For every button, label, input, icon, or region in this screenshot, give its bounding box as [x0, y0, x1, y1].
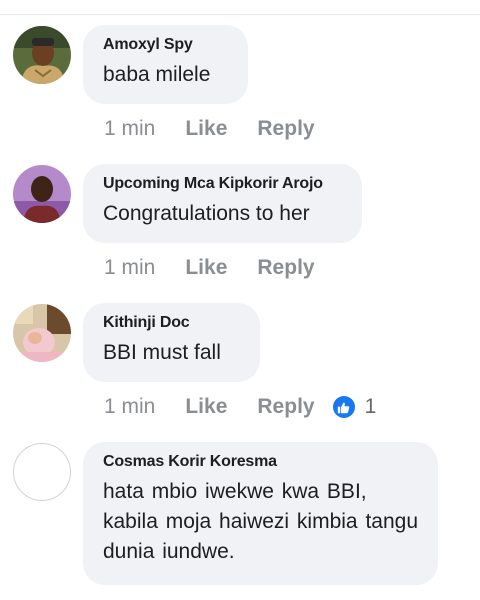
comment-author[interactable]: Amoxyl Spy	[103, 36, 228, 54]
reply-button[interactable]: Reply	[257, 256, 314, 280]
comment-text: BBI must fall	[103, 341, 221, 364]
avatar[interactable]	[13, 165, 71, 223]
comment-text: baba milele	[103, 63, 211, 86]
comment-timestamp[interactable]: 1 min	[104, 256, 155, 280]
thumbs-up-icon	[332, 396, 355, 418]
reply-button[interactable]: Reply	[257, 395, 314, 419]
comment-timestamp[interactable]: 1 min	[104, 117, 155, 141]
comment-bubble: Cosmas Korir Koresma hata mbio iwekwe kw…	[83, 442, 438, 585]
comment-author[interactable]: Kithinji Doc	[103, 314, 240, 332]
avatar[interactable]	[13, 304, 71, 362]
like-button[interactable]: Like	[185, 395, 227, 419]
reply-button[interactable]: Reply	[257, 117, 314, 141]
comment-text: hata mbio iwekwe kwa BBI, kabila moja ha…	[103, 480, 418, 563]
comment-timestamp[interactable]: 1 min	[104, 395, 155, 419]
reaction-summary[interactable]: 1	[332, 395, 377, 419]
comment-actions: 1 min Like Reply	[104, 117, 315, 141]
comment-actions: 1 min Like Reply	[104, 256, 315, 280]
comment-bubble: Kithinji Doc BBI must fall	[83, 303, 260, 382]
comment-actions: 1 min Like Reply 1	[104, 395, 376, 419]
comment-bubble: Upcoming Mca Kipkorir Arojo Congratulati…	[83, 164, 362, 243]
comment-bubble: Amoxyl Spy baba milele	[83, 25, 248, 104]
comment-author[interactable]: Upcoming Mca Kipkorir Arojo	[103, 175, 342, 193]
avatar[interactable]	[13, 26, 71, 84]
like-button[interactable]: Like	[185, 117, 227, 141]
reaction-count: 1	[364, 395, 377, 418]
comment-author[interactable]: Cosmas Korir Koresma	[103, 453, 418, 471]
top-divider	[0, 14, 480, 15]
comment-text: Congratulations to her	[103, 202, 310, 225]
like-button[interactable]: Like	[185, 256, 227, 280]
avatar[interactable]	[13, 443, 71, 501]
